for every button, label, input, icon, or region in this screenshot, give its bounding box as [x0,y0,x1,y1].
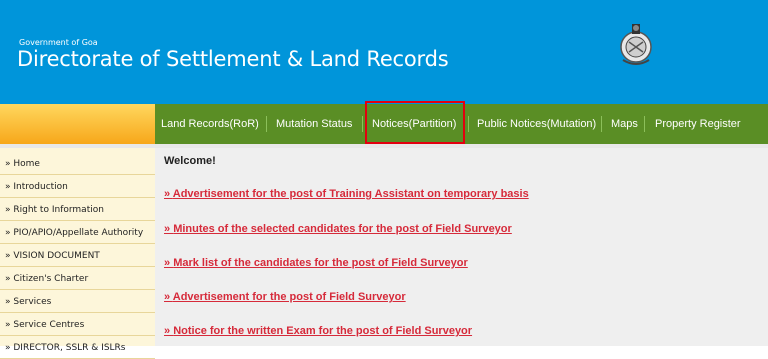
site-title[interactable]: Directorate of Settlement & Land Records [17,47,449,71]
nav-divider [362,116,363,132]
sidebar-item-vision-document[interactable]: VISION DOCUMENT [0,245,155,267]
site-header: Government of Goa Directorate of Settlem… [0,0,768,104]
sidebar-item-home[interactable]: Home [0,153,155,175]
sidebar-item-director[interactable]: DIRECTOR, SSLR & ISLRs [0,337,155,359]
highlight-box [365,101,465,144]
nav-divider [468,116,469,132]
nav-divider [266,116,267,132]
government-label: Government of Goa [19,38,98,47]
notice-link[interactable]: Advertisement for the post of Field Surv… [164,291,406,303]
nav-divider [601,116,602,132]
sidebar-item-service-centres[interactable]: Service Centres [0,314,155,336]
main-content: Welcome! Advertisement for the post of T… [155,148,768,346]
nav-property-register[interactable]: Property Register [655,114,741,134]
sidebar-item-citizens-charter[interactable]: Citizen's Charter [0,268,155,290]
nav-land-records[interactable]: Land Records(RoR) [161,114,259,134]
nav-mutation-status[interactable]: Mutation Status [276,114,352,134]
sidebar-item-right-to-information[interactable]: Right to Information [0,199,155,221]
notice-link[interactable]: Advertisement for the post of Training A… [164,188,529,200]
welcome-heading: Welcome! [164,155,216,167]
notice-link[interactable]: Minutes of the selected candidates for t… [164,223,512,235]
sidebar-item-introduction[interactable]: Introduction [0,176,155,198]
goa-emblem-icon [620,24,652,65]
sidebar-item-services[interactable]: Services [0,291,155,313]
sidebar: Home Introduction Right to Information P… [0,148,155,359]
nav-maps[interactable]: Maps [611,114,638,134]
notice-link[interactable]: Notice for the written Exam for the post… [164,325,472,337]
navbar-left-block [0,104,155,144]
nav-public-notices-mutation[interactable]: Public Notices(Mutation) [477,114,596,134]
sidebar-item-pio-apio[interactable]: PIO/APIO/Appellate Authority [0,222,155,244]
nav-divider [644,116,645,132]
notice-link[interactable]: Mark list of the candidates for the post… [164,257,468,269]
